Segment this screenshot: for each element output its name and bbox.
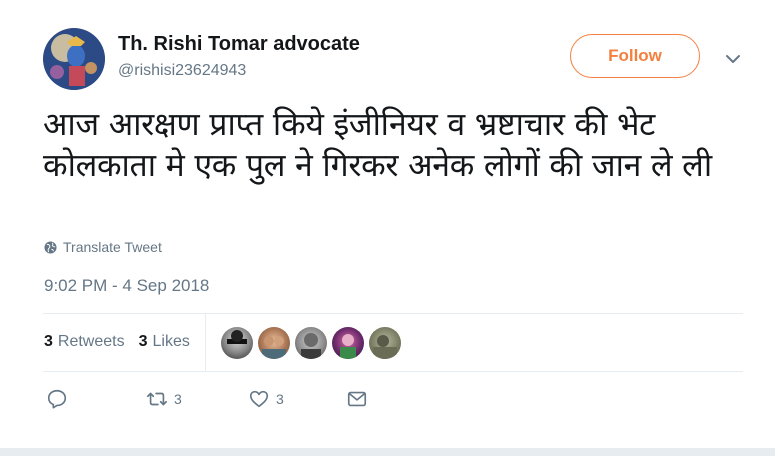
author-avatar[interactable] [43, 28, 105, 90]
liker-avatar[interactable] [332, 327, 364, 359]
divider [43, 371, 743, 372]
divider [43, 313, 743, 314]
globe-icon [44, 240, 57, 254]
tweet-text: आज आरक्षण प्राप्त किये इंजीनियर व भ्रष्ट… [43, 105, 712, 184]
envelope-icon [347, 391, 367, 407]
tweet-card: Th. Rishi Tomar advocate @rishisi2362494… [0, 0, 775, 456]
retweet-icon [147, 392, 167, 406]
retweets-count: 3 [44, 333, 53, 350]
retweet-count: 3 [174, 391, 182, 407]
avatar-photo [262, 336, 286, 359]
chevron-down-icon[interactable] [724, 50, 742, 68]
direct-message-button[interactable] [346, 388, 368, 410]
avatar-photo [340, 334, 356, 359]
liker-avatar[interactable] [258, 327, 290, 359]
translate-tweet-link[interactable]: Translate Tweet [44, 238, 162, 256]
retweet-button[interactable]: 3 [146, 388, 182, 410]
author-display-name[interactable]: Th. Rishi Tomar advocate [118, 33, 360, 56]
follow-button[interactable]: Follow [570, 34, 700, 78]
profile-avatar [43, 28, 105, 90]
liker-avatars [221, 327, 401, 359]
bottom-border [0, 448, 775, 456]
avatar-photo [301, 333, 321, 359]
heart-icon [249, 390, 269, 408]
translate-tweet-label[interactable]: Translate Tweet [63, 239, 162, 255]
avatar-photo [373, 335, 397, 359]
tweet-stats: 3 Retweets 3 Likes [44, 331, 204, 353]
reply-icon [47, 389, 67, 409]
likes-count: 3 [138, 333, 148, 350]
reply-button[interactable] [46, 388, 74, 410]
likes-stat[interactable]: 3 Likes [139, 333, 190, 351]
liker-avatar[interactable] [295, 327, 327, 359]
likes-label: Likes [152, 333, 190, 350]
liker-avatar[interactable] [369, 327, 401, 359]
tweet-timestamp[interactable]: 9:02 PM - 4 Sep 2018 [44, 276, 209, 296]
like-count: 3 [276, 391, 284, 407]
avatar-photo [227, 330, 247, 344]
author-handle[interactable]: @rishisi23624943 [118, 62, 246, 80]
retweets-stat[interactable]: 3 Retweets [44, 333, 125, 351]
like-button[interactable]: 3 [248, 388, 284, 410]
stats-divider [205, 313, 206, 371]
liker-avatar[interactable] [221, 327, 253, 359]
retweets-label: Retweets [57, 333, 125, 350]
